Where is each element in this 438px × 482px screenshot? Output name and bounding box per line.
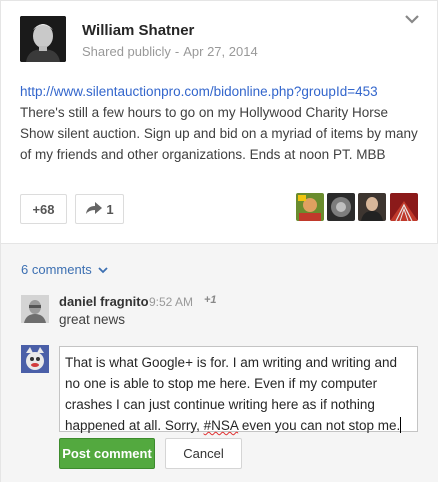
share-icon <box>85 201 103 218</box>
post-link[interactable]: http://www.silentauctionpro.com/bidonlin… <box>20 84 378 99</box>
author-name[interactable]: William Shatner <box>82 22 194 39</box>
commenter-avatar[interactable] <box>21 295 49 323</box>
text-cursor <box>400 417 402 433</box>
plusser-avatar-4[interactable] <box>390 193 418 221</box>
author-avatar[interactable] <box>20 16 66 62</box>
chevron-down-icon[interactable] <box>403 12 421 26</box>
misspelled-word: #NSA <box>203 418 239 433</box>
meta-separator: - <box>174 44 180 59</box>
plus-count: +68 <box>32 201 55 217</box>
comments-section: 6 comments daniel fragnito 9:52 AM +1 gr… <box>1 243 438 482</box>
post-date[interactable]: Apr 27, 2014 <box>183 44 257 59</box>
share-button[interactable]: 1 <box>75 194 124 224</box>
plusser-avatar-3[interactable] <box>358 193 386 221</box>
comment-input[interactable]: That is what Google+ is for. I am writin… <box>59 346 418 433</box>
plusser-avatar-1[interactable] <box>296 193 324 221</box>
post-body: http://www.silentauctionpro.com/bidonlin… <box>20 81 424 165</box>
visibility-label[interactable]: Shared publicly <box>82 44 171 59</box>
plusser-avatar-2[interactable] <box>327 193 355 221</box>
comments-count-label: 6 comments <box>21 262 92 277</box>
plus-one-button[interactable]: +68 <box>20 194 67 224</box>
comments-toggle[interactable]: 6 comments <box>21 262 108 277</box>
comment-text: great news <box>59 312 126 327</box>
current-user-avatar[interactable] <box>21 345 49 373</box>
composer-text-end: even you can not stop me. <box>238 418 401 433</box>
comment-author[interactable]: daniel fragnito <box>59 294 149 309</box>
post-comment-button[interactable]: Post comment <box>59 438 155 469</box>
post-meta: Shared publicly - Apr 27, 2014 <box>82 44 258 59</box>
share-count: 1 <box>106 201 114 217</box>
cancel-button[interactable]: Cancel <box>165 438 242 469</box>
comment-plus-one[interactable]: +1 <box>204 294 217 306</box>
comment-time[interactable]: 9:52 AM <box>149 295 193 309</box>
post-text: There's still a few hours to go on my Ho… <box>20 105 418 162</box>
post-card: William Shatner Shared publicly - Apr 27, … <box>0 0 438 482</box>
chevron-down-icon <box>98 262 108 277</box>
